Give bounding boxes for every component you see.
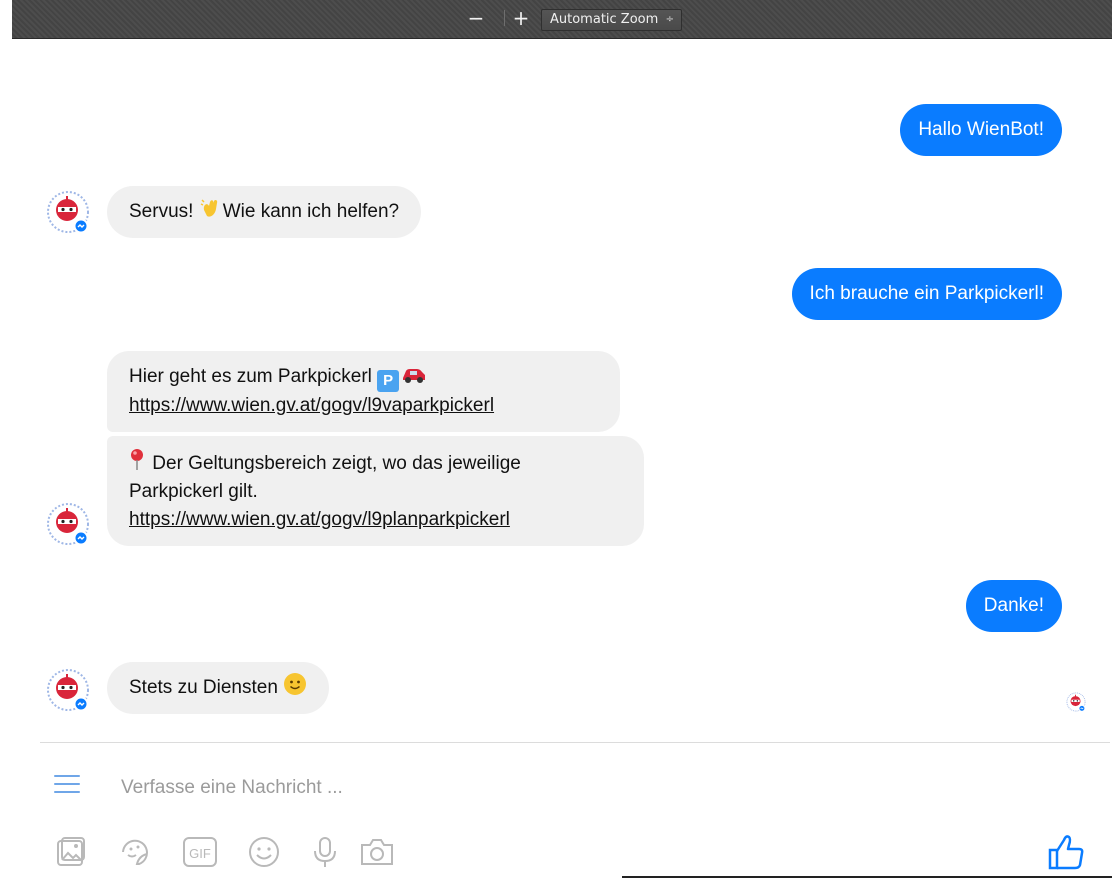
message-line: Der Geltungsbereich zeigt, wo das jeweil… [129, 448, 622, 478]
bot-avatar[interactable] [46, 502, 90, 546]
message-text: Ich brauche ein Parkpickerl! [809, 283, 1044, 304]
link-geltungsbereich[interactable]: https://www.wien.gv.at/gogv/l9planparkpi… [129, 509, 510, 530]
message-incoming: Stets zu Diensten [107, 662, 330, 714]
message-line: Hier geht es zum Parkpickerl P [129, 363, 598, 392]
message-outgoing: Hallo WienBot! [900, 104, 1062, 156]
zoom-value: Automatic Zoom [550, 12, 659, 27]
message-line: Parkpickerl gilt. [129, 481, 258, 502]
zoom-out-button[interactable]: − [467, 8, 485, 28]
zoom-select[interactable]: Automatic Zoom ÷ [541, 9, 682, 31]
menu-icon[interactable] [54, 775, 80, 795]
toolbar-separator [504, 10, 505, 26]
sticker-icon[interactable] [117, 834, 153, 870]
select-arrow-icon: ÷ [665, 14, 674, 25]
slightly-smiling-face-icon [284, 673, 307, 695]
message-text: Hallo WienBot! [918, 119, 1044, 140]
car-icon [403, 369, 426, 383]
gallery-icon[interactable] [53, 834, 89, 870]
message-text: Der Geltungsbereich zeigt, wo das jeweil… [147, 453, 521, 474]
message-incoming: Der Geltungsbereich zeigt, wo das jeweil… [107, 436, 644, 546]
emoji-icon[interactable] [246, 834, 282, 870]
like-thumbs-up-icon[interactable] [1046, 832, 1086, 872]
gif-icon[interactable]: GIF [182, 834, 218, 870]
seen-indicator-avatar [1066, 692, 1086, 712]
message-text: Danke! [983, 595, 1044, 616]
pdf-toolbar: − + Automatic Zoom ÷ [12, 0, 1112, 38]
message-text: Servus! [129, 201, 199, 222]
camera-icon[interactable] [359, 834, 395, 870]
microphone-icon[interactable] [307, 834, 343, 870]
message-input[interactable] [119, 772, 723, 804]
message-incoming: Servus! Wie kann ich helfen? [107, 186, 422, 238]
composer-divider [40, 742, 1110, 743]
message-text: Hier geht es zum Parkpickerl [129, 366, 378, 387]
message-text: Stets zu Diensten [129, 677, 284, 698]
link-parkpickerl[interactable]: https://www.wien.gv.at/gogv/l9vaparkpick… [129, 395, 494, 416]
gif-label: GIF [189, 846, 211, 861]
round-pushpin-icon [131, 449, 143, 470]
waving-hand-icon [200, 199, 217, 217]
bot-avatar[interactable] [46, 668, 90, 712]
bot-avatar[interactable] [46, 190, 90, 234]
message-text-cont: Wie kann ich helfen? [222, 201, 400, 222]
message-outgoing: Ich brauche ein Parkpickerl! [791, 268, 1062, 320]
overlay-border-line [622, 876, 1112, 878]
message-incoming: Hier geht es zum Parkpickerl P https://w… [107, 351, 620, 432]
message-outgoing: Danke! [965, 580, 1062, 632]
parking-icon: P [377, 370, 400, 392]
zoom-in-button[interactable]: + [512, 8, 530, 28]
